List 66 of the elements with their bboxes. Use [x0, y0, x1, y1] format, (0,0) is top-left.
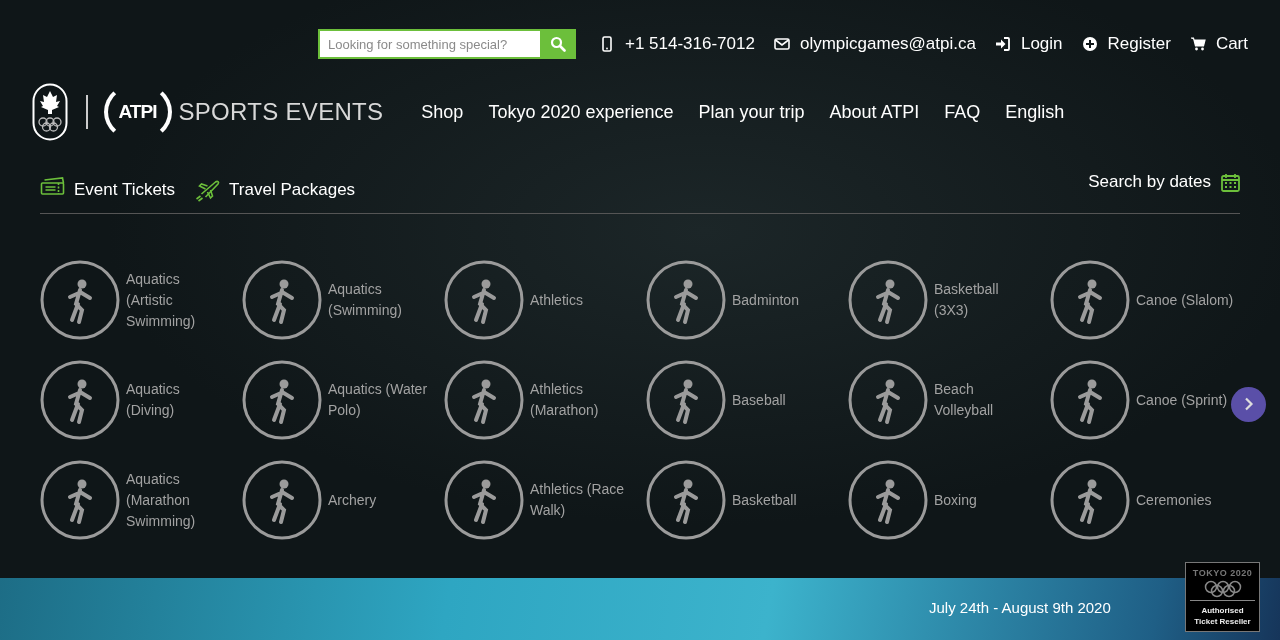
- person-pictogram-icon: [1050, 360, 1130, 440]
- register-link[interactable]: Register: [1081, 34, 1171, 54]
- login-link[interactable]: Login: [994, 34, 1063, 54]
- person-pictogram-icon: [444, 460, 524, 540]
- sport-link[interactable]: Athletics (Race Walk): [444, 450, 630, 550]
- search-field[interactable]: Looking for something special?: [317, 29, 540, 59]
- email-link[interactable]: olympicgames@atpi.ca: [773, 34, 976, 54]
- sport-link[interactable]: Badminton: [646, 250, 832, 350]
- nav-link[interactable]: About ATPI: [829, 101, 920, 123]
- chevron-right-icon: [1243, 397, 1254, 411]
- calendar-icon: [1221, 172, 1240, 192]
- menu-tab[interactable]: Event Tickets: [40, 177, 176, 202]
- person-pictogram-icon: [646, 460, 726, 540]
- sport-link[interactable]: Canoe (Slalom): [1050, 250, 1236, 350]
- nav-link[interactable]: Shop: [421, 101, 464, 123]
- person-pictogram-icon: [1050, 260, 1130, 340]
- sport-link[interactable]: Beach Volleyball: [848, 350, 1034, 450]
- nav-link[interactable]: English: [1005, 101, 1065, 123]
- sport-link[interactable]: Aquatics (Marathon Swimming): [40, 450, 226, 550]
- person-pictogram-icon: [242, 260, 322, 340]
- cart-link[interactable]: Cart: [1189, 34, 1248, 54]
- sport-link[interactable]: Aquatics (Swimming): [242, 250, 428, 350]
- nav-link[interactable]: Plan your trip: [698, 101, 805, 123]
- search-icon: [549, 36, 566, 52]
- menu-tab[interactable]: Travel Packages: [195, 177, 356, 202]
- sport-link[interactable]: Ceremonies: [1050, 450, 1236, 550]
- sport-link[interactable]: Aquatics (Water Polo): [242, 350, 428, 450]
- sport-link[interactable]: Athletics: [444, 250, 630, 350]
- sign-in-icon: [994, 36, 1011, 52]
- nav-link[interactable]: FAQ: [944, 101, 981, 123]
- person-pictogram-icon: [848, 460, 928, 540]
- cart-icon: [1189, 36, 1206, 52]
- logo-mark: ATPI: [103, 82, 172, 142]
- next-button[interactable]: [1231, 386, 1266, 422]
- maple-leaf-rings-emblem-icon: [32, 83, 68, 141]
- sport-link[interactable]: Archery: [242, 450, 428, 550]
- badge-caption: Authorised Ticket Reseller: [1190, 600, 1255, 627]
- brand-name: SPORTS EVENTS: [178, 98, 384, 126]
- sport-link[interactable]: Aquatics (Diving): [40, 350, 226, 450]
- person-pictogram-icon: [646, 260, 726, 340]
- person-pictogram-icon: [40, 460, 120, 540]
- person-pictogram-icon: [444, 360, 524, 440]
- envelope-icon: [773, 36, 790, 52]
- sport-link[interactable]: Canoe (Sprint): [1050, 350, 1236, 450]
- date-search-link[interactable]: Search by dates: [1088, 172, 1240, 192]
- plus-circle-icon: [1081, 36, 1098, 52]
- person-pictogram-icon: [1050, 460, 1130, 540]
- person-pictogram-icon: [848, 260, 928, 340]
- person-pictogram-icon: [444, 260, 524, 340]
- sport-link[interactable]: Baseball: [646, 350, 832, 450]
- sport-link[interactable]: Boxing: [848, 450, 1034, 550]
- person-pictogram-icon: [242, 460, 322, 540]
- home-link[interactable]: ATPI SPORTS EVENTS: [32, 82, 384, 142]
- event-dates: July 24th - August 9th 2020: [929, 599, 1111, 616]
- person-pictogram-icon: [646, 360, 726, 440]
- person-pictogram-icon: [40, 260, 120, 340]
- person-pictogram-icon: [40, 360, 120, 440]
- sport-link[interactable]: Athletics (Marathon): [444, 350, 630, 450]
- person-pictogram-icon: [242, 360, 322, 440]
- phone-link[interactable]: +1 514-316-7012: [598, 34, 755, 54]
- sport-link[interactable]: Aquatics (Artistic Swimming): [40, 250, 226, 350]
- sport-link[interactable]: Basketball (3X3): [848, 250, 1034, 350]
- badge-title: TOKYO 2020: [1192, 568, 1253, 578]
- sport-link[interactable]: Basketball: [646, 450, 832, 550]
- person-pictogram-icon: [848, 360, 928, 440]
- nav-link[interactable]: Tokyo 2020 experience: [488, 101, 674, 123]
